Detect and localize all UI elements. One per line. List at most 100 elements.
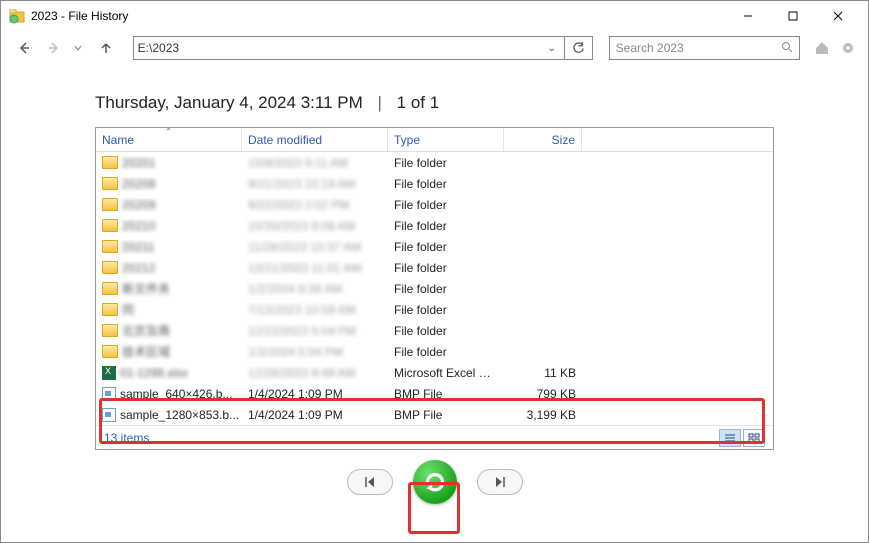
file-date: 10/30/2023 9:08 AM xyxy=(242,219,388,233)
file-type: BMP File xyxy=(388,408,504,422)
minimize-button[interactable] xyxy=(725,1,770,31)
file-type: File folder xyxy=(388,198,504,212)
folder-icon xyxy=(102,156,118,169)
column-date[interactable]: Date modified xyxy=(242,128,388,151)
file-name: 新文件夹 xyxy=(122,280,170,297)
table-row[interactable]: 新文件夹 1/2/2024 9:38 AMFile folder xyxy=(96,278,773,299)
column-headers: ⌃Name Date modified Type Size xyxy=(96,128,773,152)
maximize-button[interactable] xyxy=(770,1,815,31)
folder-icon xyxy=(102,177,118,190)
file-type: File folder xyxy=(388,303,504,317)
home-icon[interactable] xyxy=(812,38,832,58)
column-name[interactable]: ⌃Name xyxy=(96,128,242,151)
refresh-button[interactable] xyxy=(565,36,593,60)
thumbnails-view-button[interactable] xyxy=(743,429,765,447)
bmp-file-icon xyxy=(102,408,116,422)
table-row[interactable]: 202099/22/2023 2:02 PMFile folder xyxy=(96,194,773,215)
file-size: 799 KB xyxy=(504,387,582,401)
folder-icon xyxy=(102,282,118,295)
file-size: 11 KB xyxy=(504,366,582,380)
file-date: 1/3/2024 5:04 PM xyxy=(242,345,388,359)
table-row[interactable]: 北京及南 12/22/2023 5:04 PMFile folder xyxy=(96,320,773,341)
file-date: 9/21/2023 10:19 AM xyxy=(242,177,388,191)
folder-icon xyxy=(102,345,118,358)
table-row[interactable]: 01-1296.xlsx 12/26/2023 9:48 AMMicrosoft … xyxy=(96,362,773,383)
column-type[interactable]: Type xyxy=(388,128,504,151)
recent-dropdown[interactable] xyxy=(71,35,85,61)
file-type: File folder xyxy=(388,240,504,254)
address-path: E:\2023 xyxy=(138,41,544,55)
status-bar: 13 items xyxy=(96,425,773,449)
back-button[interactable] xyxy=(11,35,37,61)
file-date: 1/4/2024 1:09 PM xyxy=(242,387,388,401)
file-date: 10/9/2023 9:11 AM xyxy=(242,156,388,170)
folder-icon xyxy=(102,261,118,274)
folder-icon xyxy=(102,198,118,211)
up-button[interactable] xyxy=(93,35,119,61)
table-row[interactable]: sample_640×426.b... 1/4/2024 1:09 PMBMP F… xyxy=(96,383,773,404)
file-name: 20201 xyxy=(122,156,155,170)
file-date: 7/13/2023 10:59 AM xyxy=(242,303,388,317)
snapshot-position: 1 of 1 xyxy=(397,93,440,112)
file-type: File folder xyxy=(388,345,504,359)
file-type: File folder xyxy=(388,177,504,191)
file-name: 同 xyxy=(122,301,134,318)
file-date: 1/2/2024 9:38 AM xyxy=(242,282,388,296)
table-row[interactable]: 20201 10/9/2023 9:11 AMFile folder xyxy=(96,152,773,173)
address-dropdown-icon[interactable]: ⌄ xyxy=(544,43,560,54)
file-size: 3,199 KB xyxy=(504,408,582,422)
file-date: 12/22/2023 5:04 PM xyxy=(242,324,388,338)
gear-icon[interactable] xyxy=(838,38,858,58)
file-date: 11/28/2023 10:37 AM xyxy=(242,240,388,254)
file-list-panel: ⌃Name Date modified Type Size 20201 10/9/… xyxy=(95,127,774,450)
file-type: File folder xyxy=(388,156,504,170)
file-name: 20208 xyxy=(122,177,155,191)
file-type: File folder xyxy=(388,282,504,296)
file-type: File folder xyxy=(388,261,504,275)
file-type: File folder xyxy=(388,219,504,233)
file-type: Microsoft Excel W... xyxy=(388,366,504,380)
table-row[interactable]: 20212 12/21/2023 11:01 AMFile folder xyxy=(96,257,773,278)
folder-icon xyxy=(102,324,118,337)
table-row[interactable]: sample_1280×853.b...1/4/2024 1:09 PMBMP … xyxy=(96,404,773,425)
file-name: 北京及南 xyxy=(122,322,170,339)
file-name: 20212 xyxy=(122,261,155,275)
toolbar: E:\2023 ⌄ Search 2023 xyxy=(1,31,868,65)
next-version-button[interactable] xyxy=(477,469,523,495)
restore-button[interactable] xyxy=(413,460,457,504)
search-input[interactable]: Search 2023 xyxy=(609,36,800,60)
details-view-button[interactable] xyxy=(719,429,741,447)
table-row[interactable]: 同 7/13/2023 10:59 AMFile folder xyxy=(96,299,773,320)
file-date: 12/21/2023 11:01 AM xyxy=(242,261,388,275)
forward-button[interactable] xyxy=(41,35,67,61)
window-title: 2023 - File History xyxy=(31,9,725,23)
excel-icon xyxy=(102,366,116,380)
navigation-controls xyxy=(1,460,868,504)
file-name: 01-1296.xlsx xyxy=(120,366,188,380)
file-name: 技术区域 xyxy=(122,343,170,360)
file-type: File folder xyxy=(388,324,504,338)
address-bar[interactable]: E:\2023 ⌄ xyxy=(133,36,565,60)
file-name: sample_640×426.b... xyxy=(120,387,232,401)
previous-version-button[interactable] xyxy=(347,469,393,495)
search-icon xyxy=(781,41,793,56)
file-name: 20209 xyxy=(122,198,155,212)
table-row[interactable]: 2021111/28/2023 10:37 AMFile folder xyxy=(96,236,773,257)
folder-icon xyxy=(102,240,118,253)
table-row[interactable]: 20208 9/21/2023 10:19 AMFile folder xyxy=(96,173,773,194)
file-rows: 2020110/9/2023 9:11 AMFile folder202089/… xyxy=(96,152,773,425)
item-count: 13 items xyxy=(104,431,719,445)
table-row[interactable]: 20210 10/30/2023 9:08 AMFile folder xyxy=(96,215,773,236)
file-type: BMP File xyxy=(388,387,504,401)
file-date: 12/26/2023 9:48 AM xyxy=(242,366,388,380)
close-button[interactable] xyxy=(815,1,860,31)
table-row[interactable]: 技术区域 1/3/2024 5:04 PMFile folder xyxy=(96,341,773,362)
snapshot-timestamp: Thursday, January 4, 2024 3:11 PM xyxy=(95,93,363,112)
title-bar: 2023 - File History xyxy=(1,1,868,31)
folder-history-icon xyxy=(9,8,25,24)
folder-icon xyxy=(102,303,118,316)
file-name: 20210 xyxy=(122,219,155,233)
file-date: 1/4/2024 1:09 PM xyxy=(242,408,388,422)
column-size[interactable]: Size xyxy=(504,128,582,151)
folder-icon xyxy=(102,219,118,232)
